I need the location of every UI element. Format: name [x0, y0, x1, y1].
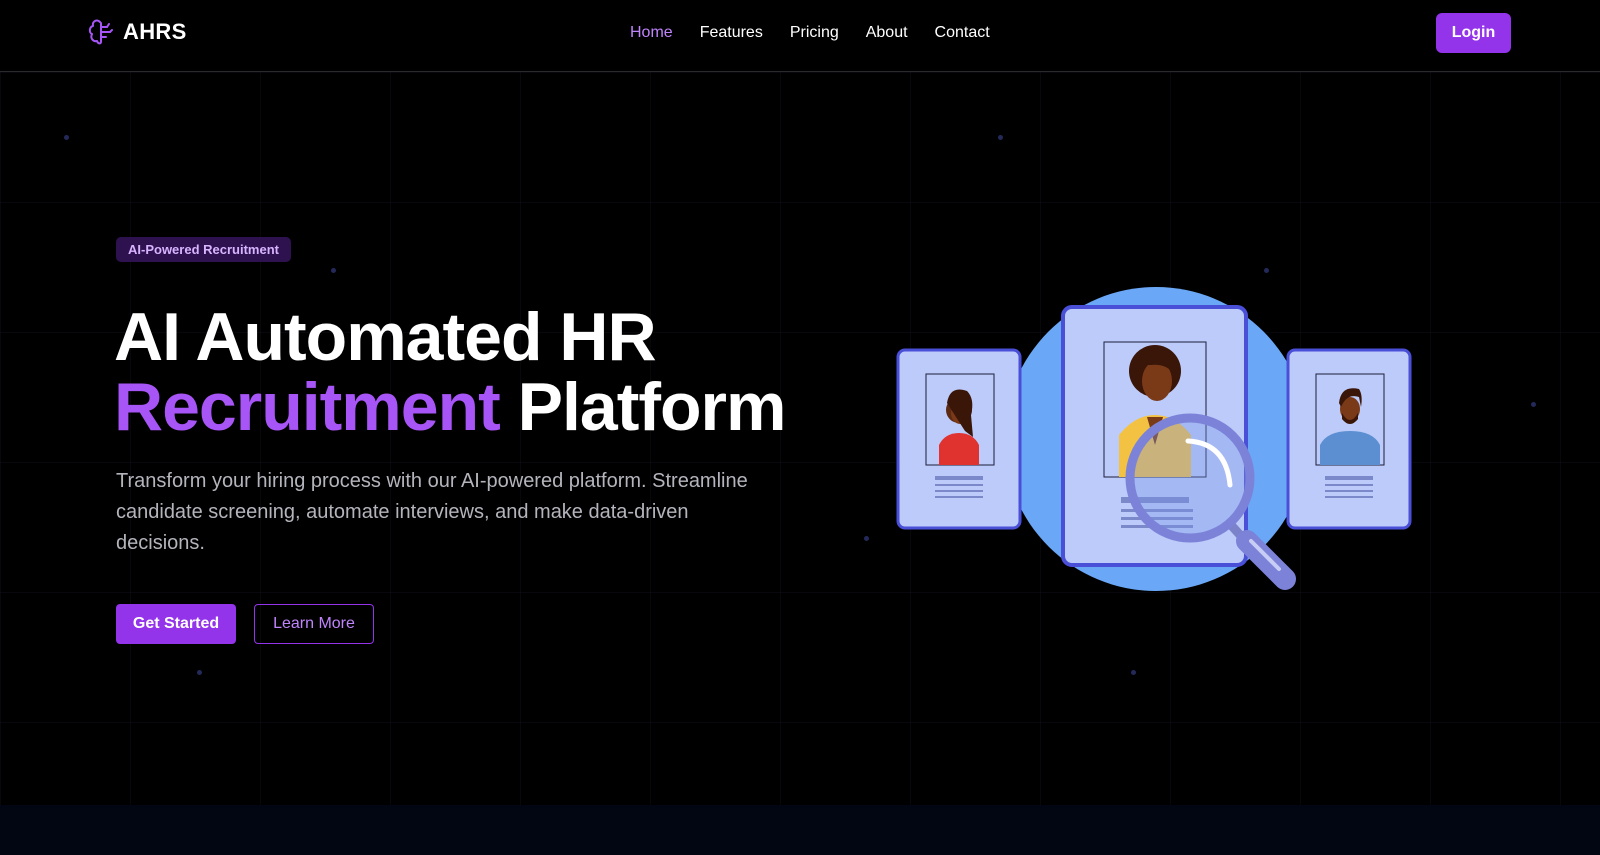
hero-description: Transform your hiring process with our A… — [116, 470, 748, 554]
hero-title-accent: Recruitment — [114, 369, 501, 445]
login-button[interactable]: Login — [1436, 13, 1511, 53]
bg-dot — [197, 670, 202, 675]
brain-icon — [88, 19, 113, 45]
bg-dot — [998, 135, 1003, 140]
recruitment-illustration — [896, 287, 1412, 591]
brand-logo[interactable]: AHRS — [88, 18, 187, 46]
brand-name: AHRS — [123, 19, 187, 44]
bg-dot — [64, 135, 69, 140]
candidate-card-right — [1286, 348, 1412, 530]
learn-more-button[interactable]: Learn More — [254, 604, 374, 644]
candidate-card-left — [896, 348, 1022, 530]
bg-dot — [1131, 670, 1136, 675]
bg-dot — [864, 536, 869, 541]
nav-link-pricing[interactable]: Pricing — [790, 24, 839, 42]
main-nav: Home Features Pricing About Contact — [630, 24, 990, 42]
next-section-edge — [0, 805, 1600, 855]
nav-link-contact[interactable]: Contact — [935, 24, 990, 42]
get-started-button[interactable]: Get Started — [116, 604, 236, 644]
hero-title-rest: Platform — [517, 369, 787, 445]
hero-title-line1: AI Automated HR — [114, 299, 657, 375]
nav-link-features[interactable]: Features — [700, 24, 763, 42]
nav-link-home[interactable]: Home — [630, 24, 673, 42]
nav-link-about[interactable]: About — [866, 24, 908, 42]
bg-dot — [331, 268, 336, 273]
top-navbar: AHRS Home Features Pricing About Contact… — [0, 0, 1600, 72]
hero-badge: AI-Powered Recruitment — [116, 237, 291, 262]
hero-title: AI Automated HR Recruitment Platform — [114, 299, 787, 445]
bg-dot — [1531, 402, 1536, 407]
bg-dot — [1264, 268, 1269, 273]
